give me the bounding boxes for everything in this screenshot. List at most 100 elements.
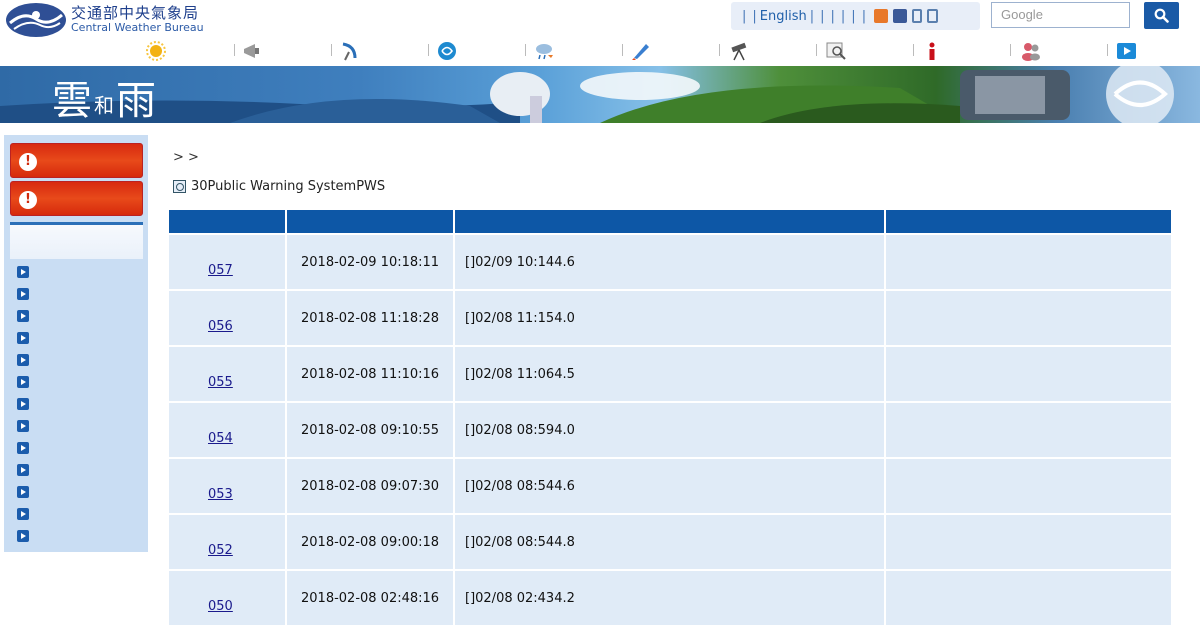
link-separator: | (851, 8, 856, 24)
time-cell: 2018-02-08 09:00:18 (287, 515, 453, 569)
column-header (287, 210, 453, 233)
sidebar-item-arrow-icon[interactable] (17, 266, 29, 278)
nav-divider (1107, 44, 1108, 56)
sidebar-item-arrow-icon[interactable] (17, 310, 29, 322)
sidebar-item-arrow-icon[interactable] (17, 442, 29, 454)
desc-cell: []02/08 08:594.0 (455, 403, 884, 457)
column-header (455, 210, 884, 233)
nav-divider (816, 44, 817, 56)
report-link[interactable]: 050 (208, 599, 233, 614)
report-link[interactable]: 054 (208, 431, 233, 446)
sidebar-item-arrow-icon[interactable] (17, 354, 29, 366)
warning-table: 057 2018-02-09 10:18:11 []02/09 10:144.6 05… (169, 210, 1171, 627)
banner-title-char: 和 (94, 93, 116, 118)
satellite-dish-icon[interactable] (339, 40, 361, 62)
nav-divider (525, 44, 526, 56)
mobile-icon[interactable] (912, 9, 923, 23)
quake-description: []02/08 02:434.2 (465, 591, 575, 606)
table-row: 056 2018-02-08 11:18:28 []02/08 11:154.0 (169, 291, 1171, 345)
issue-time: 2018-02-08 09:10:55 (301, 423, 440, 438)
sidebar-item-arrow-icon[interactable] (17, 376, 29, 388)
time-cell: 2018-02-08 09:07:30 (287, 459, 453, 513)
quake-description: []02/08 11:154.0 (465, 311, 575, 326)
sidebar-item-arrow-icon[interactable] (17, 508, 29, 520)
report-link[interactable]: 056 (208, 319, 233, 334)
page: 交通部中央氣象局 Central Weather Bureau | | Engl… (0, 0, 1200, 630)
sidebar-item-arrow-icon[interactable] (17, 398, 29, 410)
table-header (169, 210, 1171, 233)
id-cell: 056 (169, 291, 285, 345)
id-cell: 052 (169, 515, 285, 569)
time-cell: 2018-02-08 11:18:28 (287, 291, 453, 345)
facebook-icon[interactable] (893, 9, 908, 23)
nav-icon-bar (140, 36, 1200, 64)
extra-cell (886, 515, 1171, 569)
report-link[interactable]: 053 (208, 487, 233, 502)
link-separator: | (752, 8, 757, 24)
id-cell: 050 (169, 571, 285, 625)
extra-cell (886, 459, 1171, 513)
people-icon[interactable] (1020, 40, 1042, 62)
search-input[interactable]: Google (991, 2, 1130, 28)
logo-mark-icon (6, 3, 66, 37)
sidebar-item-arrow-icon[interactable] (17, 530, 29, 542)
table-body: 057 2018-02-09 10:18:11 []02/09 10:144.6 05… (169, 235, 1171, 625)
banner-title-char: 雲 (52, 78, 94, 123)
alert-button[interactable]: ! (10, 181, 143, 216)
typhoon-icon[interactable] (436, 40, 458, 62)
breadcrumb: > > (173, 150, 199, 165)
report-link[interactable]: 052 (208, 543, 233, 558)
nav-divider (331, 44, 332, 56)
telescope-icon[interactable] (728, 40, 750, 62)
site-logo[interactable]: 交通部中央氣象局 Central Weather Bureau (6, 3, 204, 37)
nav-divider (622, 44, 623, 56)
rss-icon[interactable] (874, 9, 889, 23)
quake-description: []02/08 11:064.5 (465, 367, 575, 382)
rain-cloud-icon[interactable] (533, 40, 555, 62)
time-cell: 2018-02-09 10:18:11 (287, 235, 453, 289)
quake-description: []02/08 08:594.0 (465, 423, 575, 438)
time-cell: 2018-02-08 02:48:16 (287, 571, 453, 625)
link-separator: | (809, 8, 815, 24)
phone-app-icon[interactable] (927, 9, 939, 23)
quake-description: []02/09 10:144.6 (465, 255, 575, 270)
info-icon[interactable] (921, 40, 943, 62)
chart-magnifier-icon[interactable] (825, 40, 847, 62)
quake-description: []02/08 08:544.6 (465, 479, 575, 494)
id-cell: 054 (169, 403, 285, 457)
megaphone-icon[interactable] (241, 40, 263, 62)
desc-cell: []02/08 11:154.0 (455, 291, 884, 345)
page-title: 30Public Warning SystemPWS (173, 179, 385, 194)
issue-time: 2018-02-09 10:18:11 (301, 255, 440, 270)
report-link[interactable]: 057 (208, 263, 233, 278)
report-link[interactable]: 055 (208, 375, 233, 390)
sidebar-item-arrow-icon[interactable] (17, 464, 29, 476)
desc-cell: []02/08 02:434.2 (455, 571, 884, 625)
table-row: 057 2018-02-09 10:18:11 []02/09 10:144.6 (169, 235, 1171, 289)
nav-divider (719, 44, 720, 56)
english-link[interactable]: English (760, 9, 807, 24)
search-button[interactable] (1144, 2, 1179, 29)
sun-icon[interactable] (145, 40, 167, 62)
issue-time: 2018-02-08 09:07:30 (301, 479, 440, 494)
logo-title-cn: 交通部中央氣象局 (71, 4, 200, 23)
alert-button[interactable]: ! (10, 143, 143, 178)
link-separator: | (742, 8, 747, 24)
quake-description: []02/08 08:544.8 (465, 535, 575, 550)
sidebar-item-arrow-icon[interactable] (17, 420, 29, 432)
nav-divider (913, 44, 914, 56)
sidebar-item-arrow-icon[interactable] (17, 486, 29, 498)
banner-title-char: 雨 (116, 78, 158, 123)
issue-time: 2018-02-08 11:18:28 (301, 311, 440, 326)
desc-cell: []02/08 08:544.6 (455, 459, 884, 513)
table-row: 052 2018-02-08 09:00:18 []02/08 08:544.8 (169, 515, 1171, 569)
search-icon (1154, 8, 1169, 23)
sidebar-item-arrow-icon[interactable] (17, 332, 29, 344)
page-icon (173, 180, 186, 193)
link-separator: | (861, 8, 867, 24)
rocket-icon[interactable] (630, 40, 652, 62)
table-row: 053 2018-02-08 09:07:30 []02/08 08:544.6 (169, 459, 1171, 513)
sidebar-item-arrow-icon[interactable] (17, 288, 29, 300)
column-header (886, 210, 1171, 233)
play-icon[interactable] (1116, 40, 1138, 62)
